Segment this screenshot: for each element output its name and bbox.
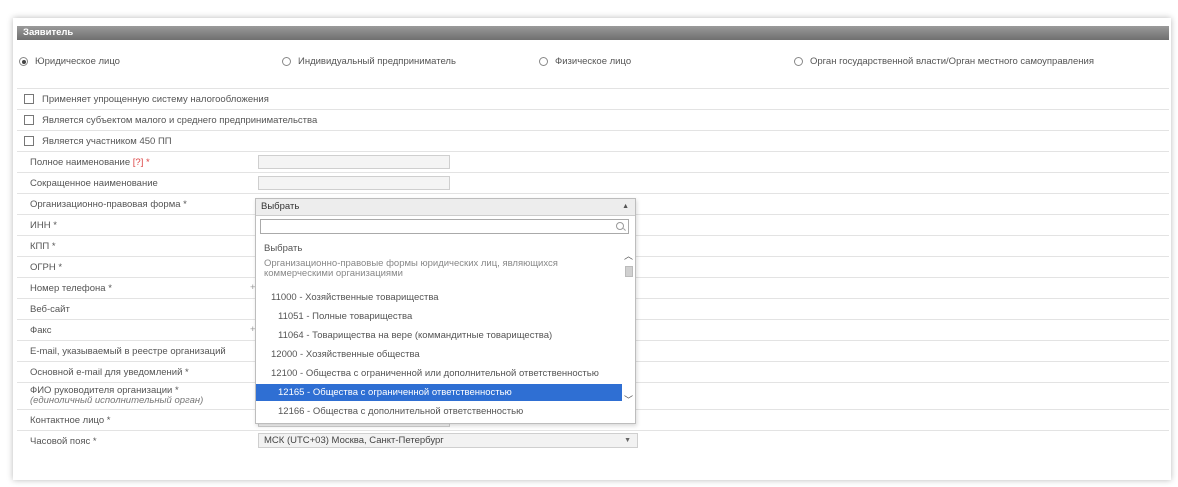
radio-individual[interactable]: Физическое лицо [539,56,631,67]
checkbox-small-business[interactable]: Является субъектом малого и среднего пре… [17,109,1169,130]
dropdown-option[interactable]: 11051 - Полные товарищества [256,308,622,325]
full-name-input[interactable] [258,155,450,169]
radio-legal-entity[interactable]: Юридическое лицо [19,56,120,67]
phone-label: Номер телефона * [30,283,112,294]
help-link[interactable]: [?] [133,157,144,168]
director-label: ФИО руководителя организации * (единолич… [30,385,204,406]
website-label: Веб-сайт [30,304,70,315]
dropdown-option[interactable]: 11064 - Товарищества на вере (коммандитн… [256,327,622,344]
row-short-name: Сокращенное наименование [17,172,1169,193]
search-icon [616,222,624,230]
radio-individual-entrepreneur[interactable]: Индивидуальный предприниматель [282,56,456,67]
contact-label: Контактное лицо * [30,415,111,426]
dropdown-option[interactable]: 12100 - Общества с ограниченной или допо… [256,365,622,382]
radio-icon [539,57,548,66]
org-form-label: Организационно-правовая форма * [30,199,187,210]
dropdown-option[interactable]: 11000 - Хозяйственные товарищества [256,289,622,306]
applicant-type-group: Юридическое лицо Индивидуальный предприн… [13,56,1171,70]
dropdown-option[interactable]: 12000 - Хозяйственные общества [256,346,622,363]
dropdown-option[interactable]: 12165 - Общества с ограниченной ответств… [256,384,622,401]
short-name-input[interactable] [258,176,450,190]
radio-government-body[interactable]: Орган государственной власти/Орган местн… [794,56,1094,67]
dropdown-arrow-up-icon: ▲ [622,203,629,210]
checkbox-icon[interactable] [24,115,34,125]
scrollbar-thumb[interactable] [625,266,633,277]
short-name-label: Сокращенное наименование [30,178,158,189]
dropdown-search-input[interactable] [260,219,629,234]
chevron-up-icon[interactable]: ︿ [624,249,633,262]
org-form-dropdown[interactable]: Выбрать ▲ Выбрать Организационно-правовые… [255,198,636,424]
radio-checked-icon [19,57,28,66]
ogrn-label: ОГРН * [30,262,63,273]
radio-icon [282,57,291,66]
dropdown-scrollbar[interactable]: ︿ ﹀ [623,239,633,421]
full-name-label: Полное наименование [?] * [30,157,150,168]
row-timezone: Часовой пояс * МСК (UTC+03) Москва, Санк… [17,430,1169,451]
kpp-label: КПП * [30,241,56,252]
panel-title: Заявитель [17,26,1169,40]
dropdown-option[interactable]: 12166 - Общества с дополнительной ответс… [256,403,622,420]
dropdown-options: Выбрать Организационно-правовые формы юри… [256,237,622,423]
radio-icon [794,57,803,66]
chevron-down-icon[interactable]: ﹀ [624,393,633,406]
timezone-label: Часовой пояс * [30,436,97,447]
checkbox-450pp[interactable]: Является участником 450 ПП [17,130,1169,151]
checkbox-simplified-tax[interactable]: Применяет упрощенную систему налогооблож… [17,88,1169,109]
timezone-select[interactable]: МСК (UTC+03) Москва, Санкт-Петербург ▼ [258,433,638,448]
email-notify-label: Основной e-mail для уведомлений * [30,367,189,378]
checkbox-icon[interactable] [24,136,34,146]
dropdown-option-group: Организационно-правовые формы юридически… [264,258,558,279]
dropdown-option[interactable]: Выбрать [256,240,622,257]
org-form-select[interactable]: Выбрать ▲ [256,199,635,216]
row-full-name: Полное наименование [?] * [17,151,1169,172]
email-registry-label: E-mail, указываемый в реестре организаци… [30,346,226,357]
checkbox-icon[interactable] [24,94,34,104]
dropdown-arrow-icon: ▼ [624,437,631,444]
fax-label: Факс [30,325,52,336]
inn-label: ИНН * [30,220,57,231]
